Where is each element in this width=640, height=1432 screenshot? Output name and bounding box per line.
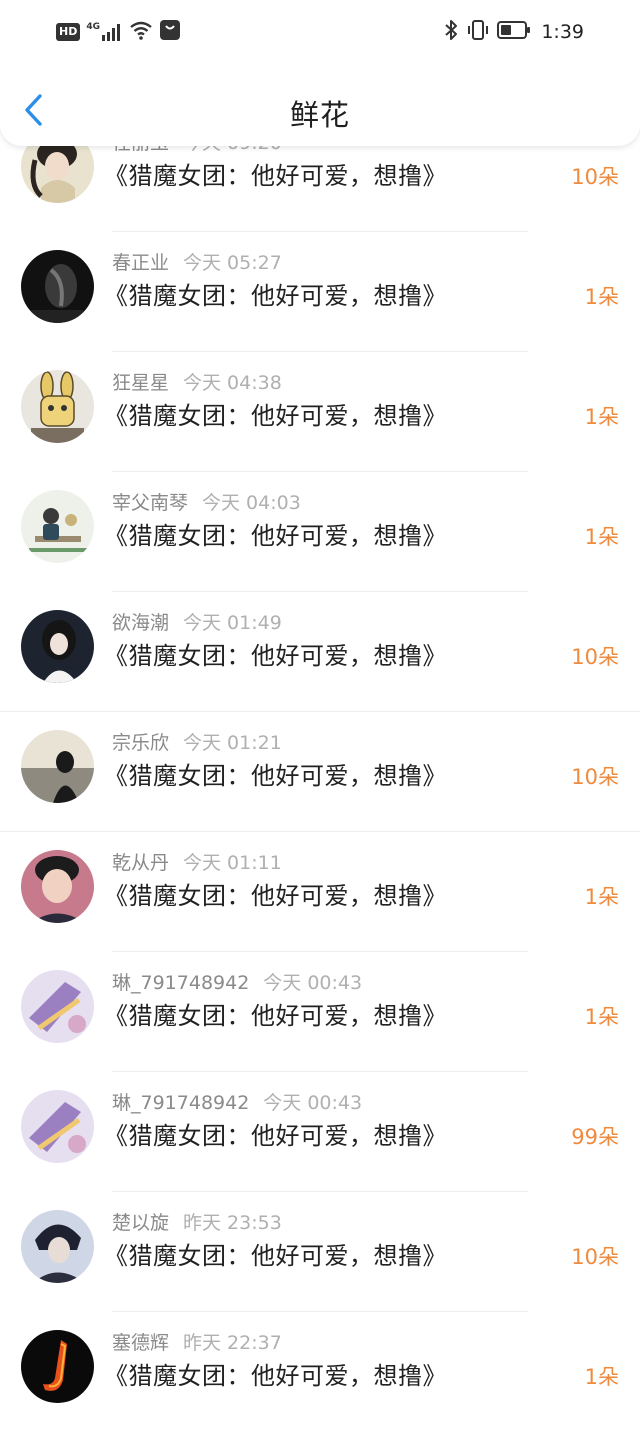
avatar[interactable] — [21, 1210, 94, 1283]
user-name[interactable]: 楚以旋 — [112, 1212, 169, 1234]
book-title[interactable]: 《猎魔女团：他好可爱，想撸》 — [104, 396, 447, 431]
book-title[interactable]: 《猎魔女团：他好可爱，想撸》 — [104, 516, 447, 551]
page-title: 鲜花 — [289, 98, 350, 132]
header-bar: 鲜花 — [0, 64, 640, 146]
user-name[interactable]: 欲海潮 — [112, 612, 169, 634]
user-name[interactable]: 狂星星 — [112, 372, 169, 394]
user-name[interactable]: 乾从丹 — [112, 852, 169, 874]
list-item[interactable]: 狂星星 今天 04:38 《猎魔女团：他好可爱，想撸》 1朵 — [0, 352, 640, 472]
shopping-bag-icon — [159, 19, 181, 45]
book-title[interactable]: 《猎魔女团：他好可爱，想撸》 — [104, 636, 447, 671]
user-name[interactable]: 宗乐欣 — [112, 732, 169, 754]
avatar[interactable] — [21, 850, 94, 923]
flower-count: 10朵 — [571, 165, 619, 189]
flower-count: 1朵 — [584, 885, 619, 909]
book-title[interactable]: 《猎魔女团：他好可爱，想撸》 — [104, 756, 447, 791]
flower-count: 10朵 — [571, 1245, 619, 1269]
wifi-icon — [129, 20, 153, 44]
clock: 1:39 — [541, 21, 584, 43]
timestamp: 今天 05:27 — [183, 252, 282, 274]
item-meta: 楚以旋 昨天 23:53 — [112, 1208, 282, 1235]
flower-count: 10朵 — [571, 645, 619, 669]
user-name[interactable]: 宰父南琴 — [112, 492, 188, 514]
avatar[interactable] — [21, 250, 94, 323]
item-meta: 春正业 今天 05:27 — [112, 248, 282, 275]
timestamp: 今天 01:49 — [183, 612, 282, 634]
hd-badge: HD — [56, 23, 81, 41]
list-item[interactable]: 宰父南琴 今天 04:03 《猎魔女团：他好可爱，想撸》 1朵 — [0, 472, 640, 592]
item-meta: 宗乐欣 今天 01:21 — [112, 728, 282, 755]
flower-count: 1朵 — [584, 1365, 619, 1389]
avatar[interactable] — [21, 970, 94, 1043]
timestamp: 今天 01:11 — [183, 852, 282, 874]
flower-count: 1朵 — [584, 525, 619, 549]
user-name[interactable]: 琳_791748942 — [112, 1092, 249, 1114]
book-title[interactable]: 《猎魔女团：他好可爱，想撸》 — [104, 876, 447, 911]
book-title[interactable]: 《猎魔女团：他好可爱，想撸》 — [104, 996, 447, 1031]
avatar[interactable] — [21, 370, 94, 443]
user-name[interactable]: 春正业 — [112, 252, 169, 274]
list-item[interactable]: 欲海潮 今天 01:49 《猎魔女团：他好可爱，想撸》 10朵 — [0, 592, 640, 712]
avatar[interactable] — [21, 490, 94, 563]
item-meta: 琳_791748942 今天 00:43 — [112, 1088, 362, 1115]
avatar[interactable] — [21, 610, 94, 683]
list-item[interactable]: 楚以旋 昨天 23:53 《猎魔女团：他好可爱，想撸》 10朵 — [0, 1192, 640, 1312]
list-item[interactable]: 乾从丹 今天 01:11 《猎魔女团：他好可爱，想撸》 1朵 — [0, 832, 640, 952]
user-name[interactable]: 塞德辉 — [112, 1332, 169, 1354]
item-meta: 宰父南琴 今天 04:03 — [112, 488, 301, 515]
list-item[interactable]: 宗乐欣 今天 01:21 《猎魔女团：他好可爱，想撸》 10朵 — [0, 712, 640, 832]
avatar[interactable] — [21, 1090, 94, 1163]
book-title[interactable]: 《猎魔女团：他好可爱，想撸》 — [104, 1116, 447, 1151]
book-title[interactable]: 《猎魔女团：他好可爱，想撸》 — [104, 1356, 447, 1391]
bluetooth-icon — [443, 19, 459, 45]
status-left: HD 4G — [56, 20, 181, 44]
avatar[interactable] — [21, 1330, 94, 1403]
user-name[interactable]: 琳_791748942 — [112, 972, 249, 994]
list-item[interactable]: 塞德辉 昨天 22:37 《猎魔女团：他好可爱，想撸》 1朵 — [0, 1312, 640, 1432]
battery-icon — [497, 20, 531, 44]
list-item[interactable]: 琳_791748942 今天 00:43 《猎魔女团：他好可爱，想撸》 1朵 — [0, 952, 640, 1072]
flower-count: 99朵 — [571, 1125, 619, 1149]
book-title[interactable]: 《猎魔女团：他好可爱，想撸》 — [104, 276, 447, 311]
status-right: 1:39 — [443, 18, 584, 46]
item-meta: 乾从丹 今天 01:11 — [112, 848, 282, 875]
timestamp: 昨天 23:53 — [183, 1212, 282, 1234]
network-type-label: 4G — [86, 22, 100, 32]
flower-count: 1朵 — [584, 1005, 619, 1029]
item-meta: 狂星星 今天 04:38 — [112, 368, 282, 395]
flower-count: 1朵 — [584, 405, 619, 429]
timestamp: 今天 04:38 — [183, 372, 282, 394]
list-item[interactable]: 琳_791748942 今天 00:43 《猎魔女团：他好可爱，想撸》 99朵 — [0, 1072, 640, 1192]
timestamp: 昨天 22:37 — [183, 1332, 282, 1354]
timestamp: 今天 00:43 — [263, 1092, 363, 1114]
item-meta: 塞德辉 昨天 22:37 — [112, 1328, 282, 1355]
book-title[interactable]: 《猎魔女团：他好可爱，想撸》 — [104, 156, 447, 191]
vibrate-icon — [467, 19, 489, 45]
item-meta: 欲海潮 今天 01:49 — [112, 608, 282, 635]
book-title[interactable]: 《猎魔女团：他好可爱，想撸》 — [104, 1236, 447, 1271]
list-item[interactable]: 春正业 今天 05:27 《猎魔女团：他好可爱，想撸》 1朵 — [0, 232, 640, 352]
timestamp: 今天 00:43 — [263, 972, 363, 994]
flower-count: 1朵 — [584, 285, 619, 309]
avatar[interactable] — [21, 730, 94, 803]
flower-count: 10朵 — [571, 765, 619, 789]
cell-signal-icon: 4G — [86, 23, 123, 41]
timestamp: 今天 04:03 — [202, 492, 301, 514]
item-meta: 琳_791748942 今天 00:43 — [112, 968, 362, 995]
status-bar: HD 4G 1:39 — [0, 0, 640, 64]
timestamp: 今天 01:21 — [183, 732, 282, 754]
